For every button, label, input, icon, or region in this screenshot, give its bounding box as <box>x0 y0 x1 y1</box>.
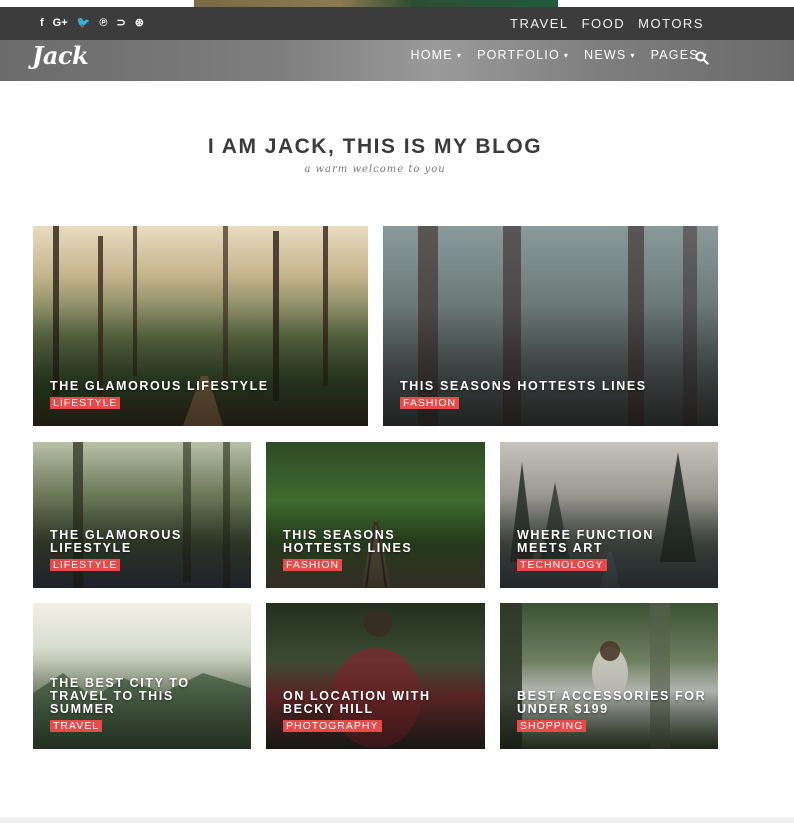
nav-item-news[interactable]: NEWS ▾ <box>584 48 636 62</box>
nav-item-label: NEWS <box>584 48 627 62</box>
page-title: I AM JACK, THIS IS MY BLOG <box>207 135 543 158</box>
top-banner-ad[interactable] <box>194 0 558 7</box>
category-tag[interactable]: TRAVEL <box>50 720 103 732</box>
category-tag[interactable]: PHOTOGRAPHY <box>283 720 382 732</box>
card-caption: THE GLAMOROUS LIFESTYLE LIFESTYLE <box>50 529 241 573</box>
category-tag[interactable]: TECHNOLOGY <box>517 559 607 571</box>
card-title[interactable]: THE GLAMOROUS LIFESTYLE <box>50 380 358 393</box>
dribbble-icon[interactable]: ⊛ <box>135 18 144 29</box>
chevron-down-icon: ▾ <box>456 50 463 60</box>
post-card[interactable]: THIS SEASONS HOTTESTS LINES FASHION <box>266 442 485 588</box>
category-tag[interactable]: FASHION <box>400 397 460 409</box>
post-card[interactable]: BEST ACCESSORIES FOR UNDER $199 SHOPPING <box>500 603 718 749</box>
main-nav: HOME ▾ PORTFOLIO ▾ NEWS ▾ PAGES ▾ <box>411 40 708 70</box>
facebook-icon[interactable]: f <box>40 18 44 29</box>
post-card[interactable]: THE GLAMOROUS LIFESTYLE LIFESTYLE <box>33 226 368 426</box>
card-title[interactable]: THE BEST CITY TO TRAVEL TO THIS SUMMER <box>50 677 241 716</box>
search-icon[interactable] <box>695 51 709 65</box>
post-card[interactable]: WHERE FUNCTION MEETS ART TECHNOLOGY <box>500 442 718 588</box>
category-tag[interactable]: SHOPPING <box>517 720 587 732</box>
post-card[interactable]: THE BEST CITY TO TRAVEL TO THIS SUMMER T… <box>33 603 251 749</box>
chevron-down-icon: ▾ <box>563 50 570 60</box>
post-card[interactable]: THIS SEASONS HOTTESTS LINES FASHION <box>383 226 718 426</box>
card-caption: THIS SEASONS HOTTESTS LINES FASHION <box>400 380 708 411</box>
card-caption: ON LOCATION WITH BECKY HILL PHOTOGRAPHY <box>283 690 475 734</box>
category-tag[interactable]: FASHION <box>283 559 343 571</box>
card-caption: WHERE FUNCTION MEETS ART TECHNOLOGY <box>517 529 708 573</box>
site-header: Jack HOME ▾ PORTFOLIO ▾ NEWS ▾ PAGES ▾ <box>0 40 794 81</box>
rss-icon[interactable]: ⊃ <box>116 18 125 29</box>
nav-item-label: PORTFOLIO <box>477 48 560 62</box>
site-logo[interactable]: Jack <box>32 41 89 70</box>
pinterest-icon[interactable]: ℗ <box>99 18 107 29</box>
social-links: f G+ 🐦 ℗ ⊃ ⊛ <box>40 7 144 40</box>
google-plus-icon[interactable]: G+ <box>53 18 68 29</box>
post-card[interactable]: ON LOCATION WITH BECKY HILL PHOTOGRAPHY <box>266 603 485 749</box>
top-link-food[interactable]: FOOD <box>582 16 626 31</box>
card-caption: THE BEST CITY TO TRAVEL TO THIS SUMMER T… <box>50 677 241 734</box>
nav-item-label: HOME <box>410 48 453 62</box>
card-title[interactable]: WHERE FUNCTION MEETS ART <box>517 529 708 555</box>
twitter-icon[interactable]: 🐦 <box>77 18 91 29</box>
card-title[interactable]: THE GLAMOROUS LIFESTYLE <box>50 529 241 555</box>
nav-item-home[interactable]: HOME ▾ <box>411 48 463 62</box>
card-caption: THIS SEASONS HOTTESTS LINES FASHION <box>283 529 475 573</box>
post-card[interactable]: THE GLAMOROUS LIFESTYLE LIFESTYLE <box>33 442 251 588</box>
category-tag[interactable]: LIFESTYLE <box>50 397 121 409</box>
top-bar: f G+ 🐦 ℗ ⊃ ⊛ TRAVEL FOOD MOTORS <box>0 7 794 40</box>
top-link-motors[interactable]: MOTORS <box>638 16 704 31</box>
page-footer-edge <box>0 817 794 823</box>
nav-item-portfolio[interactable]: PORTFOLIO ▾ <box>477 48 569 62</box>
nav-item-label: PAGES <box>650 48 699 62</box>
card-title[interactable]: THIS SEASONS HOTTESTS LINES <box>283 529 475 555</box>
top-link-travel[interactable]: TRAVEL <box>510 16 569 31</box>
top-category-links: TRAVEL FOOD MOTORS <box>510 7 704 40</box>
card-caption: THE GLAMOROUS LIFESTYLE LIFESTYLE <box>50 380 358 411</box>
card-caption: BEST ACCESSORIES FOR UNDER $199 SHOPPING <box>517 690 708 734</box>
card-title[interactable]: ON LOCATION WITH BECKY HILL <box>283 690 475 716</box>
card-title[interactable]: BEST ACCESSORIES FOR UNDER $199 <box>517 690 708 716</box>
card-title[interactable]: THIS SEASONS HOTTESTS LINES <box>400 380 708 393</box>
chevron-down-icon: ▾ <box>630 50 636 60</box>
category-tag[interactable]: LIFESTYLE <box>50 559 121 571</box>
page-subtitle: a warm welcome to you <box>304 164 446 175</box>
